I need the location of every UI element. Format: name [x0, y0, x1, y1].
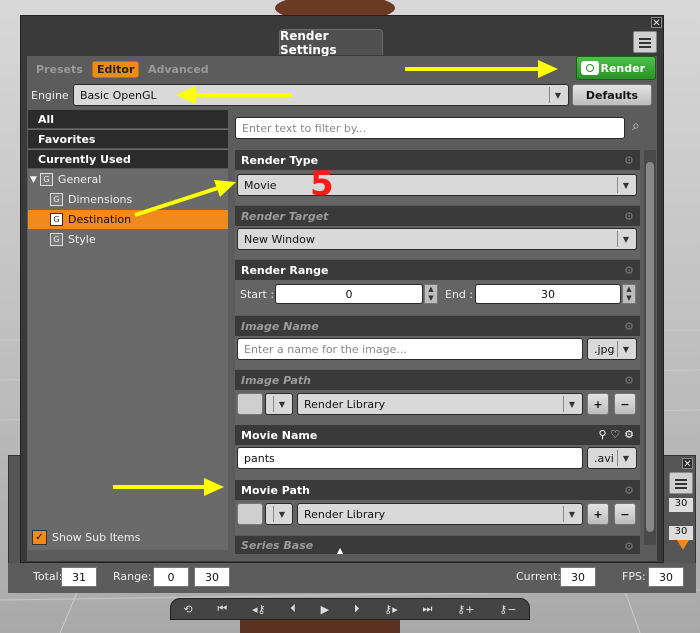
annotation-arrows — [113, 60, 558, 496]
annotation-number: 5 — [310, 164, 334, 204]
